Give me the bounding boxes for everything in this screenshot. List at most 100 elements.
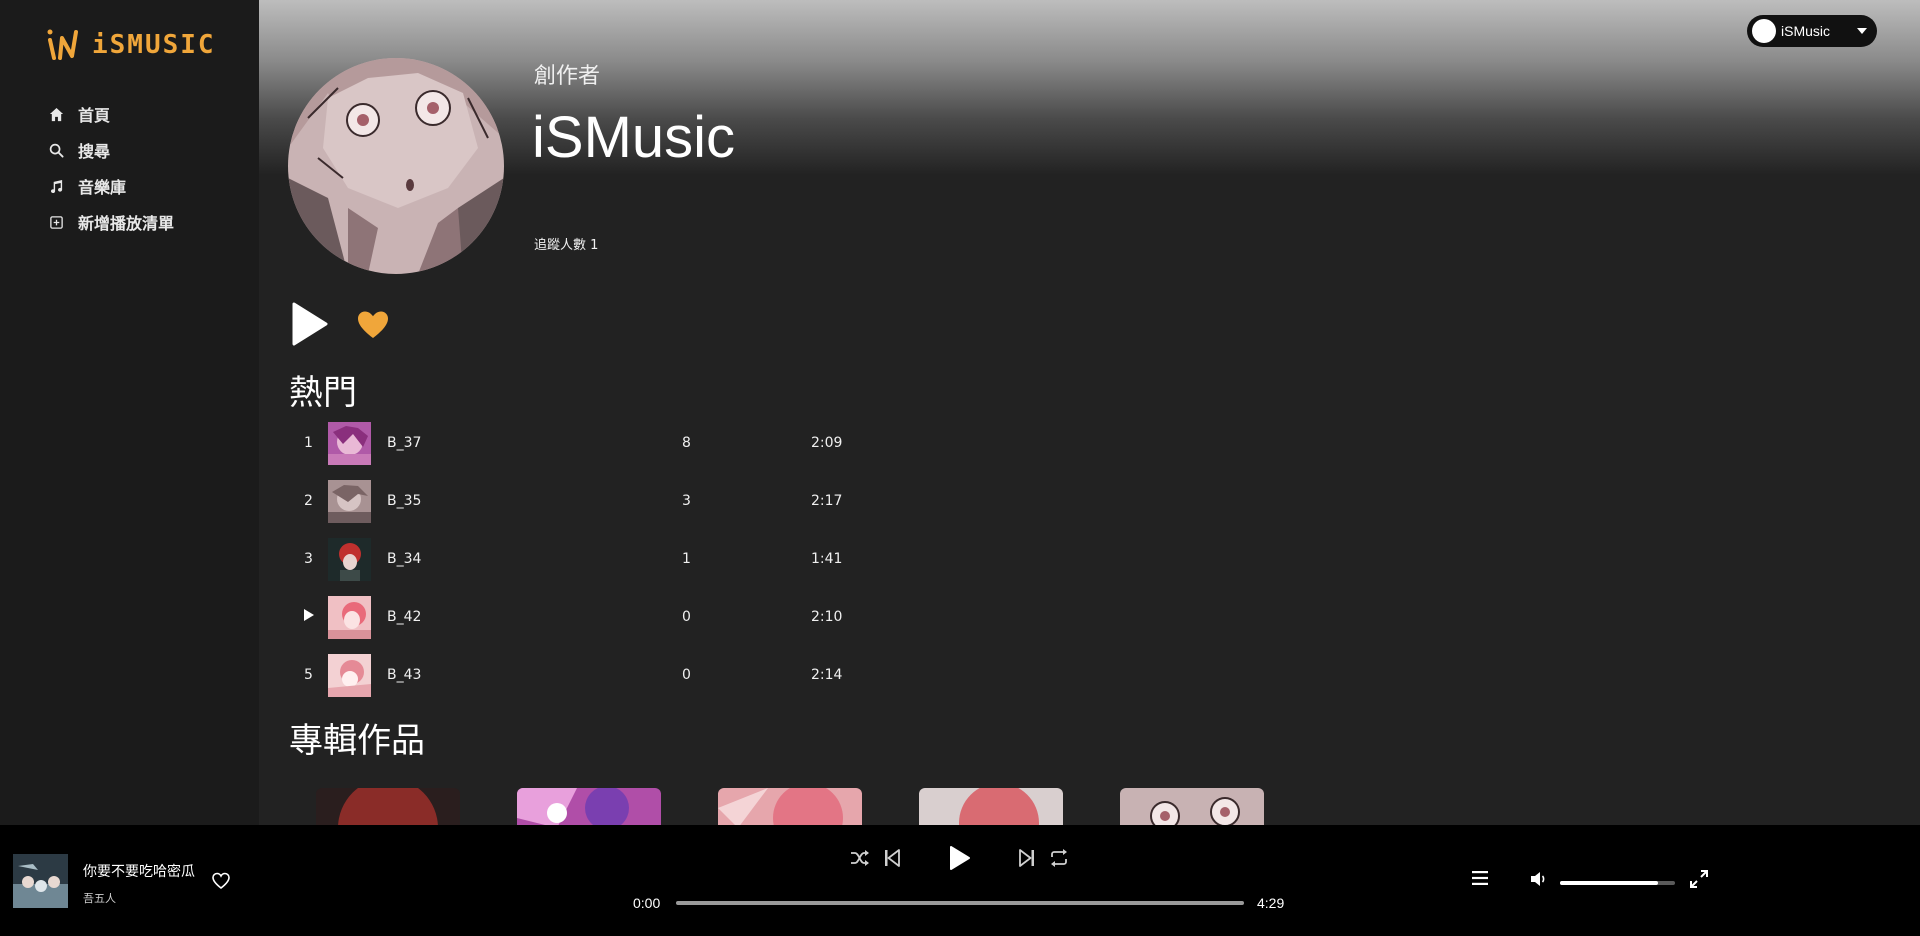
previous-track-button[interactable] [884, 849, 900, 867]
track-duration: 2:09 [811, 435, 843, 451]
track-title: B_37 [387, 435, 422, 451]
sidebar-item-label: 首頁 [78, 106, 111, 125]
track-cover [328, 595, 371, 639]
album-cover [316, 788, 460, 825]
sidebar-item-new-playlist[interactable]: 新增播放清單 [46, 204, 174, 240]
table-row[interactable]: 5 B_43 0 2:14 [289, 646, 869, 704]
volume-icon [1531, 872, 1545, 886]
mute-button[interactable] [1530, 871, 1548, 887]
artist-name: iSMusic [532, 105, 736, 170]
track-index: 1 [304, 435, 313, 451]
sidebar-item-label: 新增播放清單 [78, 214, 175, 233]
now-playing-title[interactable]: 你要不要吃哈密瓜 [83, 861, 195, 881]
album-cover [517, 788, 661, 825]
popular-section-title: 熱門 [289, 373, 357, 413]
play-pause-button[interactable] [949, 845, 971, 871]
volume-slider[interactable] [1560, 881, 1675, 885]
track-duration: 2:10 [811, 609, 843, 625]
sidebar-item-library[interactable]: 音樂庫 [46, 168, 174, 204]
album-grid [316, 788, 1264, 825]
track-plays: 0 [682, 667, 691, 683]
search-icon [46, 140, 66, 160]
sidebar: iSMUSIC 首頁 搜尋 音樂庫 新增播放清單 [0, 0, 259, 825]
sidebar-item-home[interactable]: 首頁 [46, 96, 174, 132]
skip-back-icon [885, 849, 900, 867]
avatar [1752, 19, 1776, 43]
current-time: 0:00 [633, 895, 661, 911]
album-cover [919, 788, 1063, 825]
sidebar-item-search[interactable]: 搜尋 [46, 132, 174, 168]
artist-avatar [288, 58, 504, 274]
heart-outline-icon [212, 872, 230, 890]
repeat-icon [1051, 849, 1067, 867]
track-duration: 2:14 [811, 667, 843, 683]
album-cover [1120, 788, 1264, 825]
home-icon [46, 104, 66, 124]
album-card[interactable] [919, 788, 1063, 825]
track-index: 5 [304, 667, 313, 683]
track-plays: 8 [682, 435, 691, 451]
track-plays: 1 [682, 551, 691, 567]
music-note-icon [46, 176, 66, 196]
play-icon [303, 609, 314, 621]
track-title: B_34 [387, 551, 422, 567]
player-bar: 你要不要吃哈密瓜 吾五人 0:00 4:29 [0, 825, 1920, 936]
heart-icon [358, 311, 388, 338]
progress-bar[interactable] [676, 901, 1244, 905]
play-artist-button[interactable] [290, 302, 330, 346]
track-plays: 0 [682, 609, 691, 625]
account-name: iSMusic [1781, 23, 1831, 39]
like-track-button[interactable] [212, 872, 230, 890]
now-playing-artist[interactable]: 吾五人 [83, 890, 116, 906]
track-cover [328, 537, 371, 581]
album-card[interactable] [316, 788, 460, 825]
play-icon [292, 302, 328, 346]
artist-page: 創作者 iSMusic 追蹤人數 1 熱門 1 B_37 8 2:09 2 B_… [259, 0, 1920, 825]
add-square-icon [46, 212, 66, 232]
volume-fill [1560, 881, 1658, 885]
table-row[interactable]: 3 B_34 1 1:41 [289, 530, 869, 588]
track-duration: 1:41 [811, 551, 843, 567]
chevron-down-icon [1857, 28, 1867, 34]
artist-type-label: 創作者 [534, 64, 601, 89]
track-duration: 2:17 [811, 493, 843, 509]
track-cover [328, 479, 371, 523]
account-menu[interactable]: iSMusic [1747, 15, 1877, 47]
app-logo[interactable]: iSMUSIC [46, 24, 216, 66]
track-index: 3 [304, 551, 313, 567]
next-track-button[interactable] [1019, 849, 1035, 867]
table-row[interactable]: 1 B_37 8 2:09 [289, 414, 869, 472]
followers-count: 追蹤人數 1 [534, 238, 599, 253]
now-playing-cover[interactable] [13, 854, 68, 908]
album-card[interactable] [1120, 788, 1264, 825]
logo-text: iSMUSIC [92, 30, 216, 60]
track-title: B_43 [387, 667, 422, 683]
track-cover [328, 653, 371, 697]
queue-button[interactable] [1472, 871, 1488, 885]
shuffle-icon [851, 850, 869, 866]
track-title: B_35 [387, 493, 422, 509]
expand-icon [1690, 870, 1708, 888]
sidebar-item-label: 音樂庫 [78, 178, 127, 197]
shuffle-button[interactable] [850, 849, 870, 867]
repeat-button[interactable] [1049, 849, 1069, 867]
table-row[interactable]: 2 B_35 3 2:17 [289, 472, 869, 530]
fullscreen-button[interactable] [1690, 870, 1708, 888]
table-row[interactable]: B_42 0 2:10 [289, 588, 869, 646]
follow-heart-button[interactable] [357, 310, 389, 340]
now-playing-indicator [289, 608, 328, 626]
album-card[interactable] [517, 788, 661, 825]
album-cover [718, 788, 862, 825]
album-card[interactable] [718, 788, 862, 825]
total-time: 4:29 [1257, 895, 1285, 911]
queue-list-icon [1472, 871, 1488, 885]
logo-mark-icon [47, 29, 78, 60]
play-icon [950, 846, 970, 870]
sidebar-nav: 首頁 搜尋 音樂庫 新增播放清單 [46, 96, 174, 240]
popular-track-list: 1 B_37 8 2:09 2 B_35 3 2:17 3 B_34 1 1:4… [289, 414, 869, 704]
track-title: B_42 [387, 609, 422, 625]
sidebar-item-label: 搜尋 [78, 142, 111, 161]
hero-background [259, 0, 1920, 175]
track-plays: 3 [682, 493, 691, 509]
skip-forward-icon [1019, 849, 1034, 867]
